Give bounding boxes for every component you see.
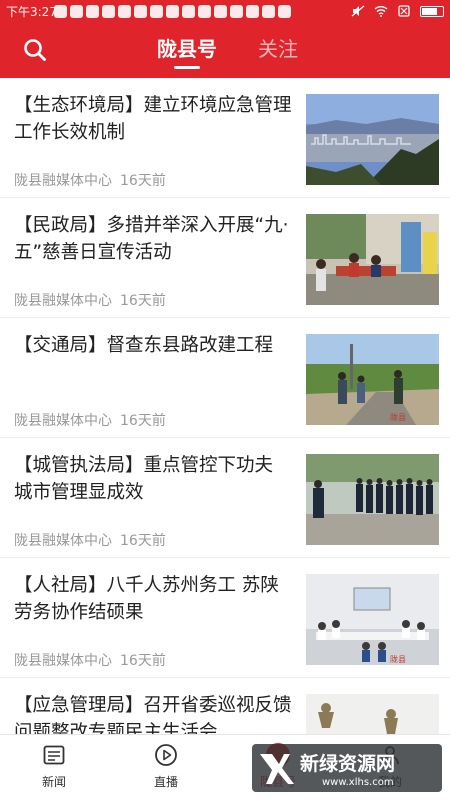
notification-icon	[54, 4, 67, 18]
tab-news-label: 新闻	[41, 775, 66, 789]
news-icon	[43, 745, 65, 765]
news-thumbnail	[306, 454, 439, 545]
news-meta: 陇县融媒体中心 16天前	[14, 170, 166, 190]
notification-icon	[198, 4, 211, 18]
status-bar: 下午3:27	[0, 0, 450, 22]
notification-icon	[182, 4, 195, 18]
tab-follow[interactable]: 关注	[258, 36, 298, 62]
notification-icon	[102, 4, 115, 18]
notification-icon	[134, 4, 147, 18]
news-thumbnail: 陇县	[306, 334, 439, 425]
news-title: 【城管执法局】重点管控下功夫 城市管理显成效	[14, 455, 274, 503]
news-thumbnail	[306, 694, 439, 734]
news-time: 16天前	[120, 653, 166, 669]
notification-icon	[214, 4, 227, 18]
no-sim-icon	[398, 5, 410, 17]
watermark-text: 新绿资源网	[300, 752, 395, 775]
news-thumbnail: 陇县	[306, 574, 439, 665]
news-source: 陇县融媒体中心	[14, 173, 112, 189]
top-navigation: 陇县号 关注	[0, 22, 450, 78]
news-item[interactable]: 【城管执法局】重点管控下功夫 城市管理显成效 陇县融媒体中心 16天前	[0, 438, 450, 558]
news-item[interactable]: 【交通局】督查东县路改建工程 陇县融媒体中心 16天前 陇县	[0, 318, 450, 438]
news-time: 16天前	[120, 293, 166, 309]
news-meta: 陇县融媒体中心 16天前	[14, 650, 166, 670]
news-title: 【生态环境局】建立环境应急管理工作长效机制	[14, 95, 292, 143]
notification-icon	[246, 4, 259, 18]
news-source: 陇县融媒体中心	[14, 533, 112, 549]
meeting-room-image: 陇县	[306, 574, 439, 665]
news-meta: 陇县融媒体中心 16天前	[14, 530, 166, 550]
news-feed: 【生态环境局】建立环境应急管理工作长效机制 陇县融媒体中心 16天前 【民政局】多…	[0, 78, 450, 734]
notification-icon	[278, 4, 291, 18]
notification-icon	[230, 4, 243, 18]
news-source: 陇县融媒体中心	[14, 413, 112, 429]
news-meta: 陇县融媒体中心 16天前	[14, 410, 166, 430]
news-meta: 陇县融媒体中心 16天前	[14, 290, 166, 310]
news-title: 【交通局】督查东县路改建工程	[14, 335, 274, 356]
battery-icon	[420, 5, 444, 17]
notification-icon	[262, 4, 275, 18]
wifi-icon	[374, 6, 388, 17]
status-time: 下午3:27	[6, 4, 57, 19]
search-icon[interactable]	[22, 37, 48, 63]
news-source: 陇县融媒体中心	[14, 293, 112, 309]
tab-live-label: 直播	[153, 775, 178, 789]
news-source: 陇县融媒体中心	[14, 653, 112, 669]
outdoor-event-image	[306, 214, 439, 305]
notification-icon	[166, 4, 179, 18]
notification-icon	[86, 4, 99, 18]
mute-icon	[351, 5, 365, 17]
city-landscape-image	[306, 94, 439, 185]
news-item[interactable]: 【人社局】八千人苏州务工 苏陕劳务协作结硕果 陇县融媒体中心 16天前 陇县	[0, 558, 450, 678]
news-title: 【民政局】多措并举深入开展“九·五”慈善日宣传活动	[14, 215, 289, 263]
system-status	[351, 5, 444, 17]
news-item[interactable]: 【生态环境局】建立环境应急管理工作长效机制 陇县融媒体中心 16天前	[0, 78, 450, 198]
news-thumbnail	[306, 94, 439, 185]
notification-icon	[150, 4, 163, 18]
tab-news[interactable]: 新闻	[14, 743, 94, 790]
officers-lineup-image	[306, 454, 439, 545]
svg-text:陇县: 陇县	[390, 412, 406, 422]
news-item[interactable]: 【民政局】多措并举深入开展“九·五”慈善日宣传活动 陇县融媒体中心 16天前	[0, 198, 450, 318]
news-title: 【应急管理局】召开省委巡视反馈问题整改专题民主生活会	[14, 695, 292, 734]
notification-icon	[118, 4, 131, 18]
tab-longxianhao[interactable]: 陇县号	[157, 36, 217, 69]
news-time: 16天前	[120, 533, 166, 549]
sculpture-image	[306, 694, 439, 734]
road-inspection-image: 陇县	[306, 334, 439, 425]
news-time: 16天前	[120, 413, 166, 429]
news-time: 16天前	[120, 173, 166, 189]
news-thumbnail	[306, 214, 439, 305]
watermark-url: www.xlhs.com	[322, 777, 394, 788]
play-icon	[155, 744, 177, 766]
tab-live[interactable]: 直播	[126, 743, 206, 790]
news-item[interactable]: 【应急管理局】召开省委巡视反馈问题整改专题民主生活会	[0, 678, 450, 734]
svg-text:陇县: 陇县	[390, 654, 406, 664]
notification-icons	[54, 4, 291, 18]
notification-icon	[70, 4, 83, 18]
news-title: 【人社局】八千人苏州务工 苏陕劳务协作结硕果	[14, 575, 279, 623]
watermark-logo: 新绿资源网 www.xlhs.com	[252, 744, 442, 792]
